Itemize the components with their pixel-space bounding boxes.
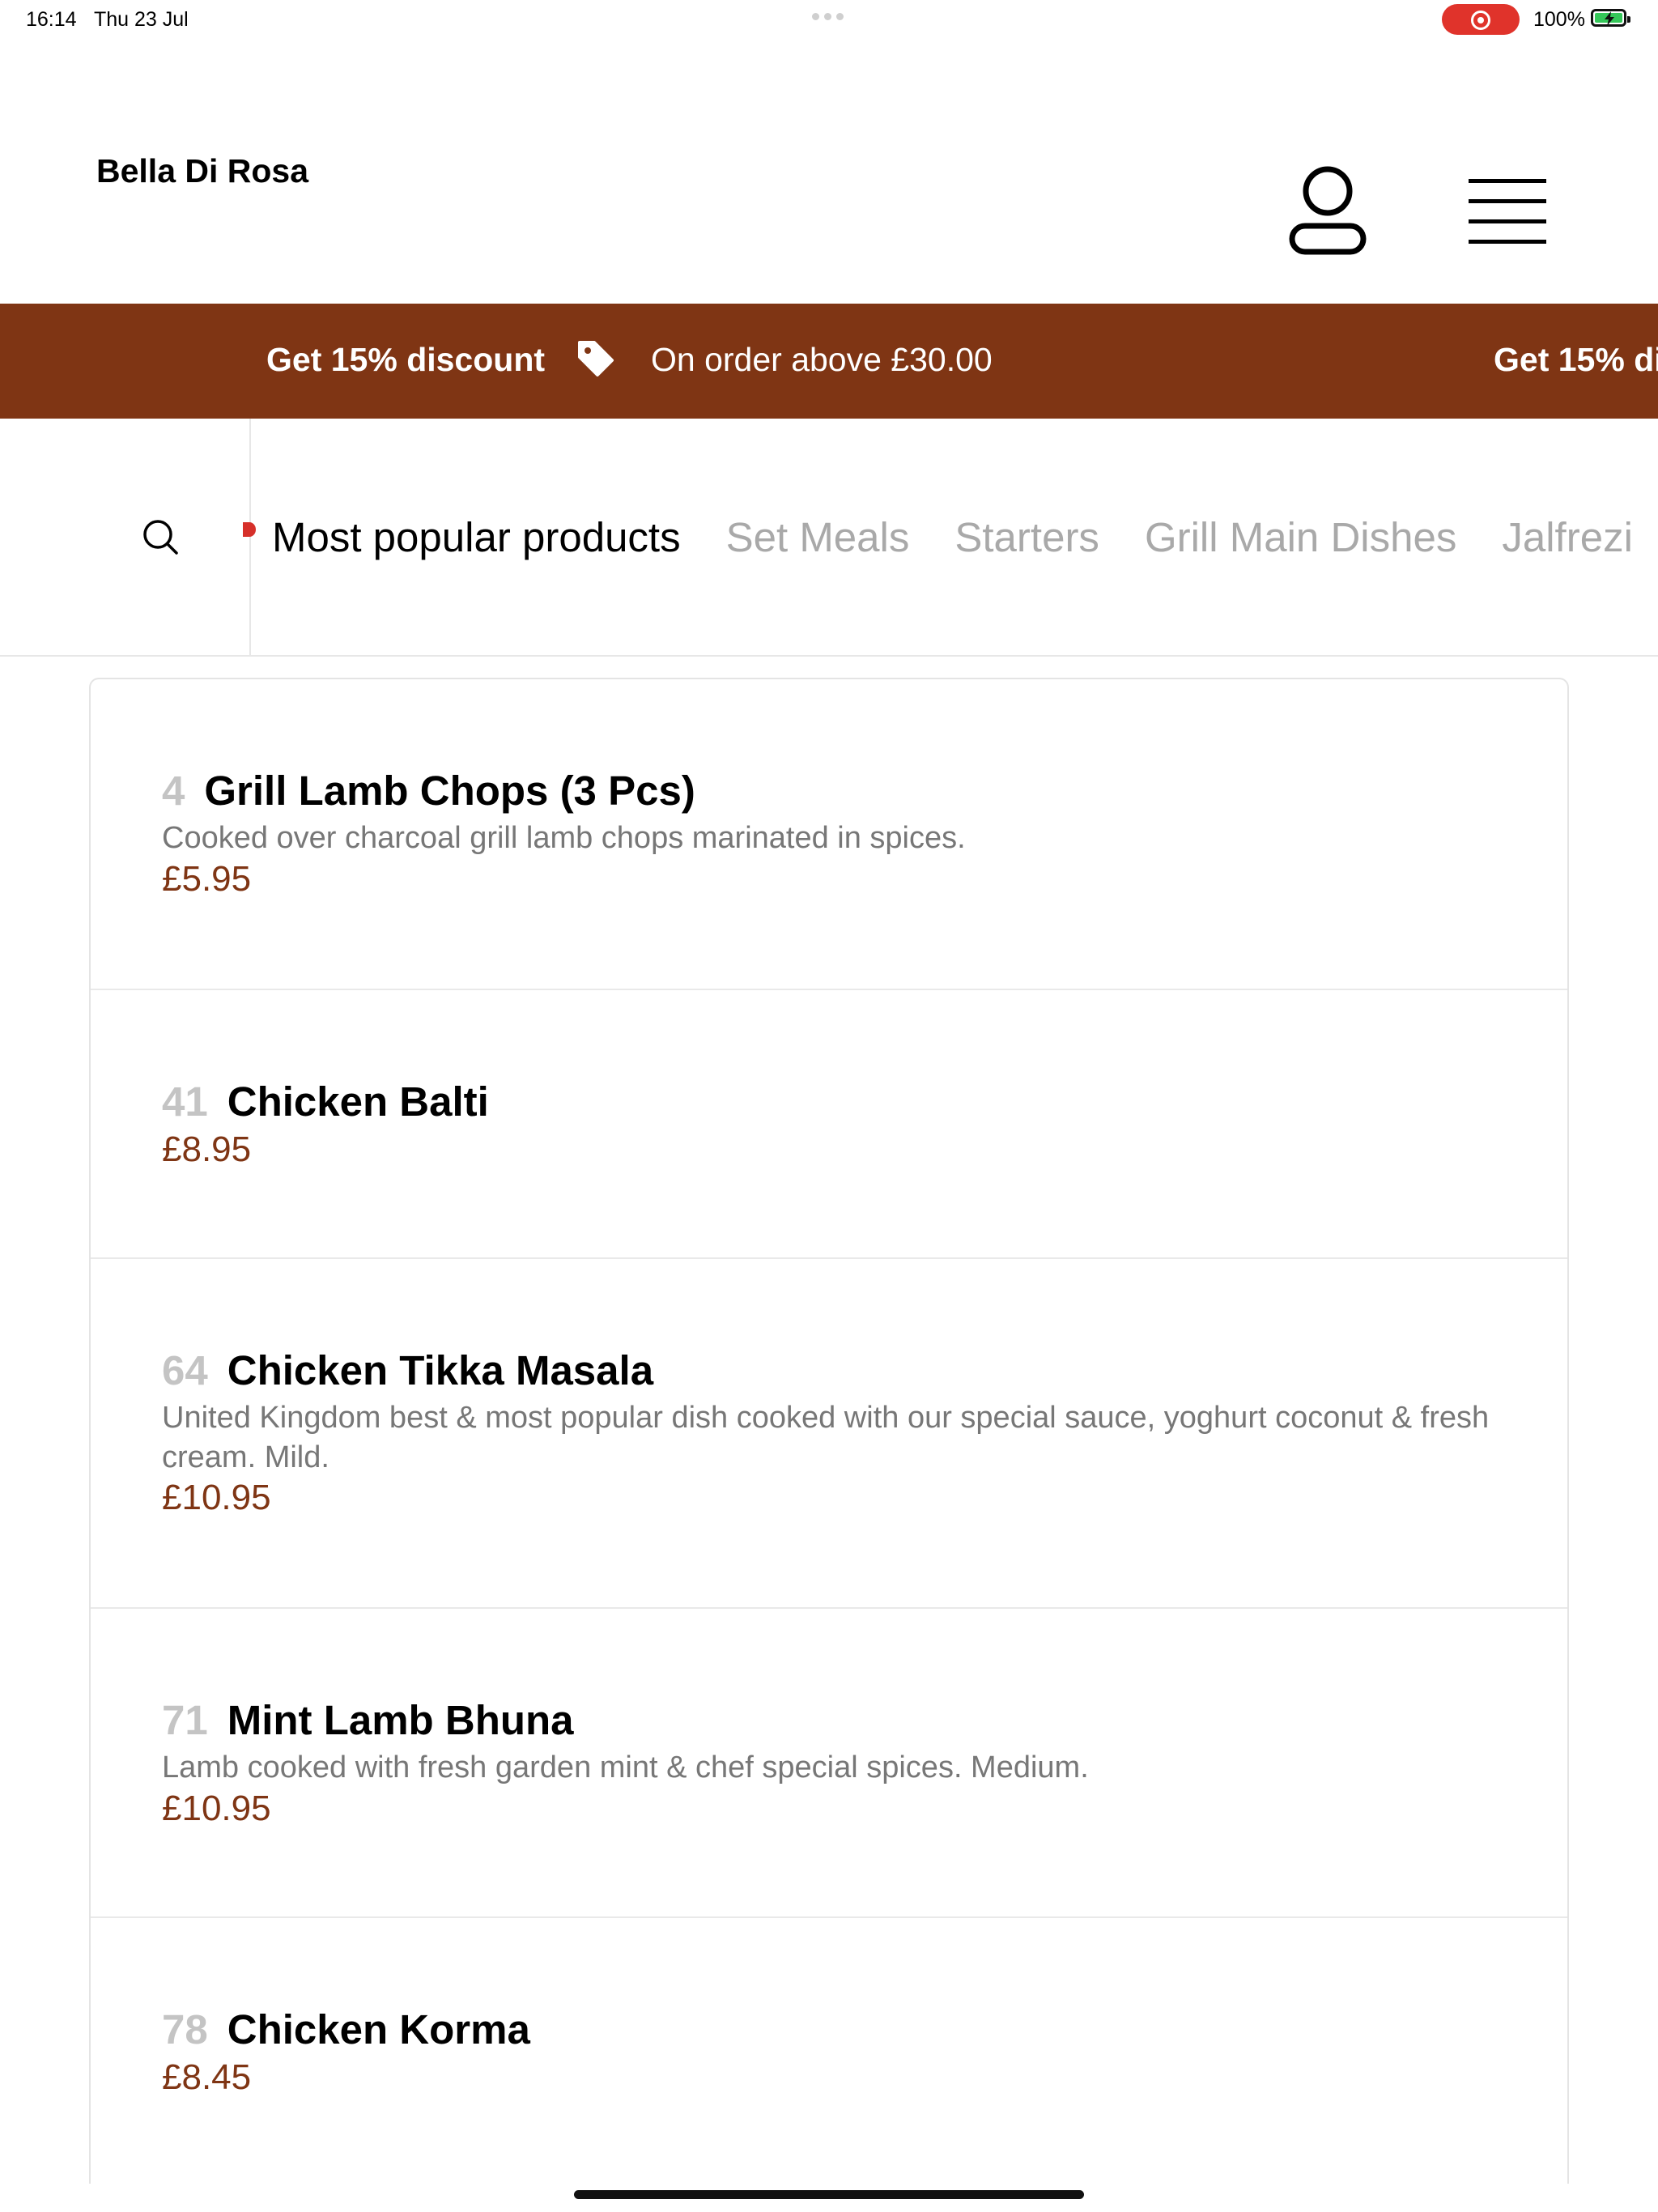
- hamburger-menu-icon: [1469, 179, 1546, 244]
- product-name: Chicken Korma: [227, 2006, 530, 2052]
- product-item[interactable]: 71 Mint Lamb Bhuna Lamb cooked with fres…: [91, 1609, 1567, 1918]
- tab-grill-main-dishes[interactable]: Grill Main Dishes: [1145, 513, 1456, 561]
- product-name: Grill Lamb Chops (3 Pcs): [204, 768, 695, 814]
- product-number: 64: [162, 1347, 208, 1393]
- product-price: £5.95: [162, 859, 252, 899]
- tag-icon: [578, 341, 614, 376]
- status-time: 16:14: [26, 8, 77, 31]
- product-item[interactable]: 64 Chicken Tikka Masala United Kingdom b…: [91, 1259, 1567, 1609]
- product-description: Lamb cooked with fresh garden mint & che…: [162, 1750, 1089, 1784]
- product-name: Mint Lamb Bhuna: [227, 1697, 574, 1743]
- tab-starters[interactable]: Starters: [954, 513, 1099, 561]
- product-price: £8.95: [162, 1129, 252, 1169]
- product-price: £10.95: [162, 1789, 271, 1828]
- tab-most-popular-products[interactable]: Most popular products: [272, 513, 681, 561]
- user-icon: [1289, 166, 1367, 255]
- promo-title: Get 15% discount: [266, 341, 546, 378]
- category-nav: Most popular products Set Meals Starters…: [0, 419, 1658, 657]
- promo-condition: On order above £30.00: [651, 341, 993, 378]
- active-tab-indicator: [243, 522, 256, 537]
- account-button[interactable]: [1287, 164, 1368, 258]
- tab-set-meals[interactable]: Set Meals: [726, 513, 910, 561]
- status-bar: 16:14 Thu 23 Jul 100%: [0, 0, 1658, 39]
- product-item[interactable]: 78 Chicken Korma £8.45: [91, 1918, 1567, 2184]
- screen-recording-icon[interactable]: [1442, 4, 1520, 35]
- product-number: 78: [162, 2006, 208, 2052]
- brand-name[interactable]: Bella Di Rosa: [96, 152, 308, 190]
- status-date: Thu 23 Jul: [94, 8, 189, 31]
- search-icon: [143, 520, 178, 555]
- promo-title-repeat: Get 15% di: [1494, 341, 1658, 378]
- product-number: 4: [162, 768, 185, 814]
- product-list: 4 Grill Lamb Chops (3 Pcs) Cooked over c…: [89, 678, 1569, 2184]
- product-item[interactable]: 41 Chicken Balti £8.95: [91, 990, 1567, 1259]
- app-header: Bella Di Rosa: [0, 39, 1658, 304]
- category-tabs: Most popular products Set Meals Starters…: [251, 419, 1658, 655]
- promo-banner: Get 15% discount On order above £30.00 G…: [0, 304, 1658, 419]
- multitasking-dots-icon[interactable]: [812, 13, 844, 20]
- tab-jalfrezi[interactable]: Jalfrezi: [1502, 513, 1633, 561]
- product-description: Cooked over charcoal grill lamb chops ma…: [162, 821, 966, 855]
- menu-button[interactable]: [1462, 172, 1553, 250]
- product-number: 71: [162, 1697, 208, 1743]
- product-number: 41: [162, 1078, 208, 1125]
- battery-charging-icon: [1591, 9, 1630, 27]
- product-name: Chicken Tikka Masala: [227, 1347, 654, 1393]
- product-price: £8.45: [162, 2057, 252, 2097]
- battery-percentage: 100%: [1533, 8, 1585, 31]
- product-description: United Kingdom best & most popular dish …: [162, 1401, 1490, 1474]
- product-item[interactable]: 4 Grill Lamb Chops (3 Pcs) Cooked over c…: [91, 679, 1567, 990]
- home-indicator[interactable]: [574, 2190, 1084, 2199]
- product-price: £10.95: [162, 1478, 271, 1517]
- search-button[interactable]: [0, 419, 251, 655]
- product-name: Chicken Balti: [227, 1078, 489, 1125]
